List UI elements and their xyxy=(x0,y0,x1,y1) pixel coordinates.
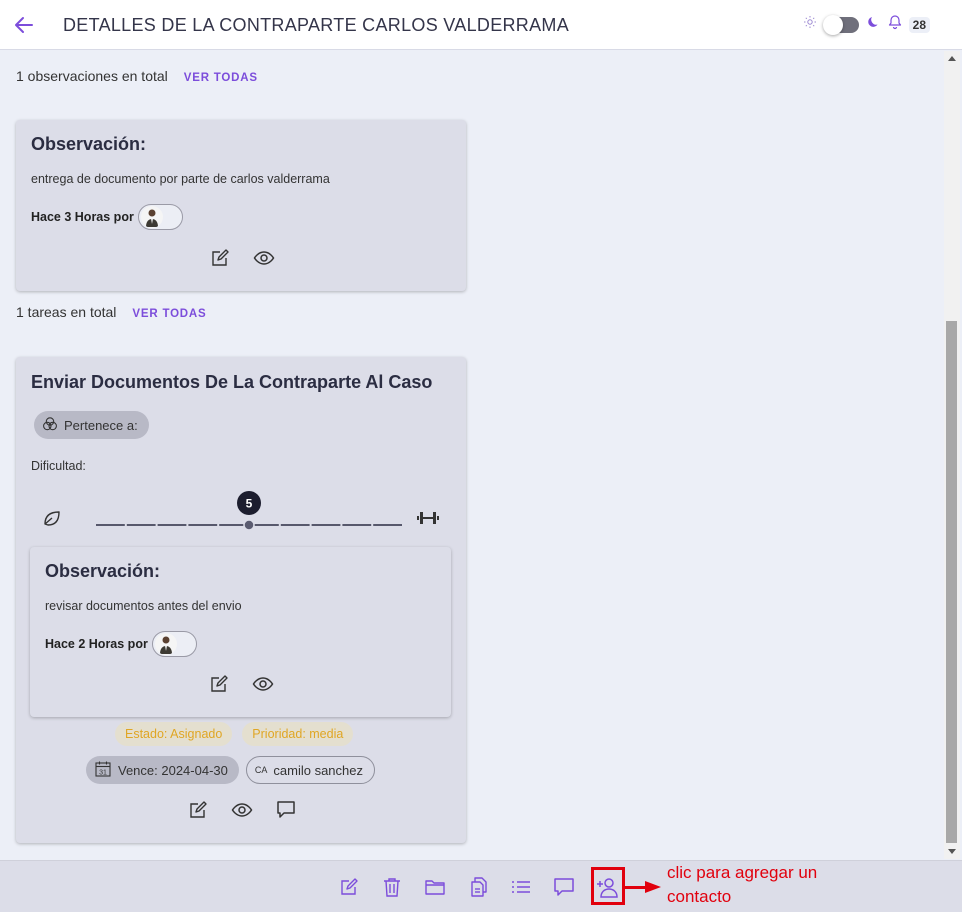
tasks-view-all-link[interactable]: VER TODAS xyxy=(132,308,206,320)
add-contact-highlight xyxy=(591,867,625,905)
comment-icon[interactable] xyxy=(553,876,575,898)
priority-badge: Prioridad: media xyxy=(242,722,354,746)
difficulty-slider[interactable]: 5 xyxy=(42,483,442,533)
top-bar: DETALLES DE LA CONTRAPARTE CARLOS VALDER… xyxy=(0,0,962,50)
observation-card-text: entrega de documento por parte de carlos… xyxy=(31,172,330,186)
slider-track[interactable]: 5 xyxy=(78,483,408,533)
scroll-up-arrow-icon[interactable] xyxy=(948,56,956,61)
task-status-row: Estado: Asignado Prioridad: media xyxy=(115,722,354,746)
task-observation-time-text: Hace 2 Horas por xyxy=(45,637,148,651)
eye-icon[interactable] xyxy=(252,673,274,695)
trash-icon[interactable] xyxy=(381,876,403,898)
slider-value-label: 5 xyxy=(246,497,253,511)
bell-icon[interactable] xyxy=(887,14,903,35)
observation-time-text: Hace 3 Horas por xyxy=(31,210,134,224)
author-avatar-chip[interactable] xyxy=(151,631,197,657)
assignee-chip[interactable]: CA camilo sanchez xyxy=(245,756,375,784)
toggle-knob xyxy=(822,14,843,35)
observations-view-all-link[interactable]: VER TODAS xyxy=(184,72,258,84)
difficulty-label: Dificultad: xyxy=(31,459,86,473)
task-observation-text: revisar documentos antes del envio xyxy=(45,599,242,613)
folder-icon[interactable] xyxy=(424,876,446,898)
task-card: Enviar Documentos De La Contraparte Al C… xyxy=(16,357,466,843)
page-title: DETALLES DE LA CONTRAPARTE CARLOS VALDER… xyxy=(63,15,570,35)
eye-icon[interactable] xyxy=(231,799,253,821)
annotation-arrow-head xyxy=(645,881,661,893)
scroll-down-arrow-icon[interactable] xyxy=(948,849,956,854)
task-observation-meta: Hace 2 Horas por xyxy=(45,631,197,657)
belongs-to-chip[interactable]: Pertenece a: xyxy=(34,411,149,439)
list-icon[interactable] xyxy=(510,876,532,898)
annotation-arrow-shaft xyxy=(625,886,647,889)
assignee-name: camilo sanchez xyxy=(273,762,363,778)
slider-thumb[interactable] xyxy=(243,519,255,531)
leaf-icon xyxy=(42,508,62,533)
edit-icon[interactable] xyxy=(338,876,360,898)
author-avatar-chip[interactable] xyxy=(137,204,183,230)
task-observation-actions xyxy=(208,673,274,695)
circles-icon xyxy=(42,416,58,435)
eye-icon[interactable] xyxy=(253,247,275,269)
task-title: Enviar Documentos De La Contraparte Al C… xyxy=(31,372,433,392)
edit-icon[interactable] xyxy=(208,673,230,695)
theme-toggle[interactable] xyxy=(822,14,859,35)
scrollbar-thumb[interactable] xyxy=(946,321,957,843)
back-arrow-icon[interactable] xyxy=(12,13,36,37)
observation-card-actions xyxy=(209,247,275,269)
header-actions: 28 xyxy=(803,14,930,35)
notification-badge[interactable]: 28 xyxy=(908,16,930,33)
content-area: 1 observaciones en total VER TODAS Obser… xyxy=(0,51,944,859)
due-date-chip: 31 Vence: 2024-04-30 xyxy=(86,756,239,784)
comment-icon[interactable] xyxy=(275,799,297,821)
observation-card: Observación: entrega de documento por pa… xyxy=(16,120,466,291)
tasks-total-text: 1 tareas en total xyxy=(16,304,117,320)
sun-icon xyxy=(803,15,817,34)
moon-icon xyxy=(867,15,881,34)
belongs-to-label: Pertenece a: xyxy=(64,417,138,433)
bottom-toolbar: clic para agregar un contacto xyxy=(0,860,962,912)
annotation-text: clic para agregar un contacto xyxy=(667,863,818,906)
task-observation-card: Observación: revisar documentos antes de… xyxy=(30,547,451,717)
status-badge: Estado: Asignado xyxy=(115,722,233,746)
observations-total-line: 1 observaciones en total VER TODAS xyxy=(16,68,258,84)
svg-text:31: 31 xyxy=(99,769,107,776)
assignee-initials: CA xyxy=(254,765,268,775)
calendar-icon: 31 xyxy=(94,760,112,781)
due-date-label: Vence: 2024-04-30 xyxy=(118,762,228,778)
task-observation-title: Observación: xyxy=(45,561,161,581)
copy-icon[interactable] xyxy=(467,876,489,898)
edit-icon[interactable] xyxy=(209,247,231,269)
observation-card-title: Observación: xyxy=(31,134,147,154)
dumbbell-icon xyxy=(417,510,439,531)
observation-card-meta: Hace 3 Horas por xyxy=(31,204,183,230)
task-card-actions xyxy=(187,799,297,821)
vertical-scrollbar[interactable] xyxy=(944,51,960,859)
task-due-row: 31 Vence: 2024-04-30 CA camilo sanchez xyxy=(86,756,375,784)
bottom-toolbar-icons xyxy=(338,876,618,898)
avatar xyxy=(140,206,163,228)
avatar xyxy=(154,633,177,655)
edit-icon[interactable] xyxy=(187,799,209,821)
tasks-total-line: 1 tareas en total VER TODAS xyxy=(16,304,207,320)
observations-total-text: 1 observaciones en total xyxy=(16,68,168,84)
